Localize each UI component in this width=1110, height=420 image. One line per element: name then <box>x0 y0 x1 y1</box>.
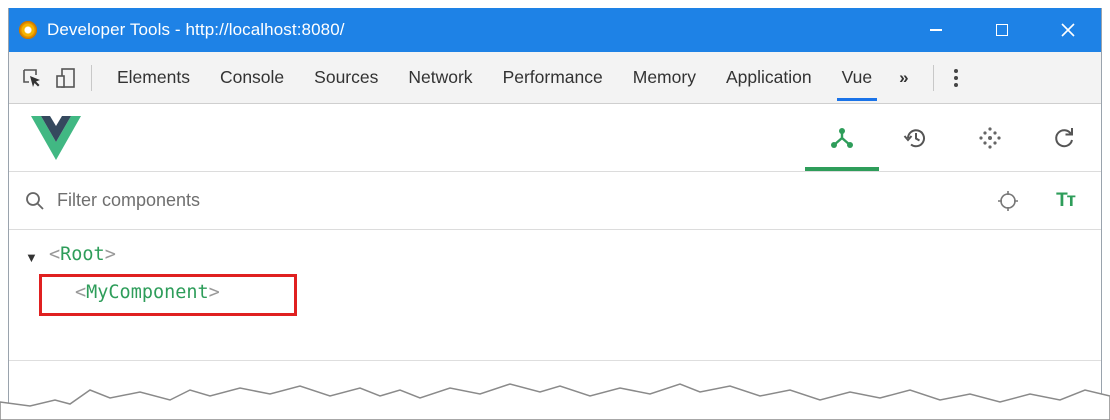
events-tab[interactable] <box>953 104 1027 171</box>
open-bracket: < <box>75 282 87 303</box>
tree-node-mycomponent[interactable]: <MyComponent> <box>75 282 220 303</box>
component-name: MyComponent <box>86 282 209 303</box>
more-tabs-button[interactable]: » <box>887 68 918 88</box>
refresh-tab[interactable] <box>1027 104 1101 171</box>
window-title: Developer Tools - http://localhost:8080/ <box>47 20 345 39</box>
format-component-names-toggle[interactable]: Tт <box>1056 190 1076 212</box>
tab-network[interactable]: Network <box>393 52 487 103</box>
filter-components-input[interactable] <box>55 189 559 212</box>
component-name: Root <box>60 244 105 265</box>
devtools-window: Developer Tools - http://localhost:8080/ <box>8 8 1102 420</box>
tab-vue[interactable]: Vue <box>827 52 888 103</box>
history-icon <box>903 128 925 147</box>
toolbar-divider-right <box>932 64 934 91</box>
kebab-dot <box>953 68 958 73</box>
vuex-history-tab[interactable] <box>879 104 953 171</box>
component-tree: ▼ <Root> <MyComponent> <box>9 230 1101 370</box>
maximize-button[interactable] <box>969 8 1035 52</box>
customize-menu-icon[interactable] <box>953 68 958 87</box>
open-bracket: < <box>49 244 61 265</box>
vue-devtools-header <box>9 104 1101 172</box>
maximize-icon <box>996 24 1008 36</box>
events-icon <box>979 126 1001 149</box>
close-bracket: > <box>208 282 220 303</box>
toolbar-divider <box>91 64 92 91</box>
inspect-element-button[interactable] <box>17 63 47 93</box>
tab-console[interactable]: Console <box>205 52 299 103</box>
close-bracket: > <box>104 244 116 265</box>
filter-actions: Tт <box>996 189 1101 213</box>
tab-elements[interactable]: Elements <box>102 52 205 103</box>
window-controls <box>903 8 1101 52</box>
filter-bar: Tт <box>9 172 1101 230</box>
minimize-icon <box>930 29 942 31</box>
kebab-dot <box>953 75 958 80</box>
device-toolbar-button[interactable] <box>51 63 81 93</box>
tree-node-root[interactable]: <Root> <box>49 244 116 265</box>
close-button[interactable] <box>1035 8 1101 52</box>
search-icon <box>26 191 44 210</box>
devtools-toolbar: Elements Console Sources Network Perform… <box>9 52 1101 104</box>
title-bar: Developer Tools - http://localhost:8080/ <box>9 8 1101 52</box>
vue-logo-icon <box>31 116 81 160</box>
chrome-canary-icon <box>19 21 37 39</box>
kebab-dot <box>953 82 958 87</box>
tab-application[interactable]: Application <box>711 52 827 103</box>
device-toggle-icon <box>56 67 75 88</box>
torn-edge-decoration <box>0 383 1110 420</box>
select-component-icon[interactable] <box>996 189 1020 213</box>
refresh-icon <box>1055 127 1073 147</box>
components-tab[interactable] <box>805 104 879 171</box>
close-icon <box>1061 23 1075 37</box>
tab-sources[interactable]: Sources <box>299 52 393 103</box>
panel-tabs: Elements Console Sources Network Perform… <box>102 52 887 103</box>
components-icon <box>831 127 853 148</box>
tab-performance[interactable]: Performance <box>488 52 618 103</box>
tab-memory[interactable]: Memory <box>618 52 711 103</box>
expand-arrow-icon[interactable]: ▼ <box>25 250 38 265</box>
vue-tool-tabs <box>805 104 1101 171</box>
minimize-button[interactable] <box>903 8 969 52</box>
inspect-element-icon <box>23 68 40 87</box>
